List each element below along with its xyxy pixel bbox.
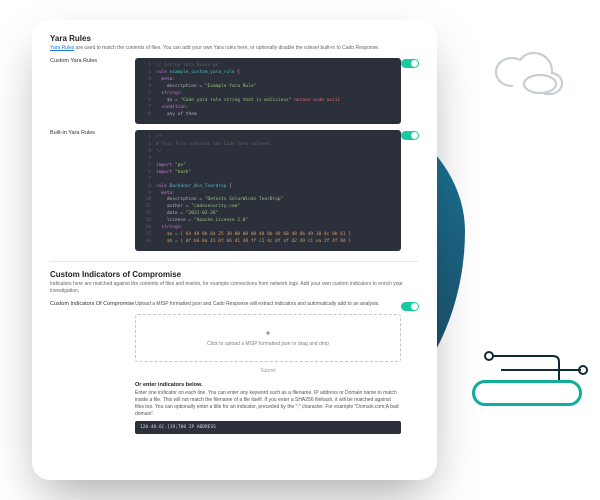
builtin-yara-code[interactable]: 1/* 2# This file contains the Cado Yara …	[135, 130, 401, 252]
tablet-frame: Yara Rules Yara Rules are used to match …	[32, 20, 437, 480]
ioc-upload-dropzone[interactable]: ✦ Click to upload a MISP formatted json …	[135, 314, 401, 362]
custom-yara-code[interactable]: 1// Custom Yara Rules go 2rule example_c…	[135, 58, 401, 124]
custom-yara-label: Custom Yara Rules	[50, 58, 135, 64]
custom-yara-toggle[interactable]	[401, 59, 419, 68]
builtin-yara-row: Built-in Yara Rules 1/* 2# This file con…	[50, 130, 419, 252]
ioc-upload-row: Custom Indicators Of Compromise Upload a…	[50, 301, 419, 434]
ioc-description: Indicators here are matched against the …	[50, 281, 419, 295]
builtin-yara-toggle[interactable]	[401, 131, 419, 140]
upload-box-text: Click to upload a MISP formatted json or…	[142, 341, 394, 347]
ioc-manual-head: Or enter indicators below.	[135, 382, 401, 388]
ioc-manual-input[interactable]: 120.48.6[.]19;T00 IP ADDRESS	[135, 421, 401, 434]
custom-yara-row: Custom Yara Rules 1// Custom Yara Rules …	[50, 58, 419, 124]
pill-accent-icon	[472, 380, 582, 406]
ioc-toggle[interactable]	[401, 302, 419, 311]
ioc-upload-note: Upload a MISP formatted json and Cado Re…	[135, 301, 401, 308]
ioc-section: Custom Indicators of Compromise Indicato…	[50, 261, 419, 434]
page-title: Yara Rules	[50, 34, 419, 43]
ioc-label: Custom Indicators Of Compromise	[50, 301, 135, 307]
ioc-title: Custom Indicators of Compromise	[50, 270, 419, 279]
ioc-submit-button[interactable]: Submit	[135, 368, 401, 374]
ioc-manual-note: Enter one indicator on each line. You ca…	[135, 390, 401, 418]
upload-icon: ✦	[142, 329, 394, 338]
cloud-icon	[490, 50, 570, 98]
builtin-yara-label: Built-in Yara Rules	[50, 130, 135, 136]
yara-rules-link[interactable]: Yara Rules	[50, 45, 74, 51]
page-description: Yara Rules are used to match the content…	[50, 45, 419, 52]
